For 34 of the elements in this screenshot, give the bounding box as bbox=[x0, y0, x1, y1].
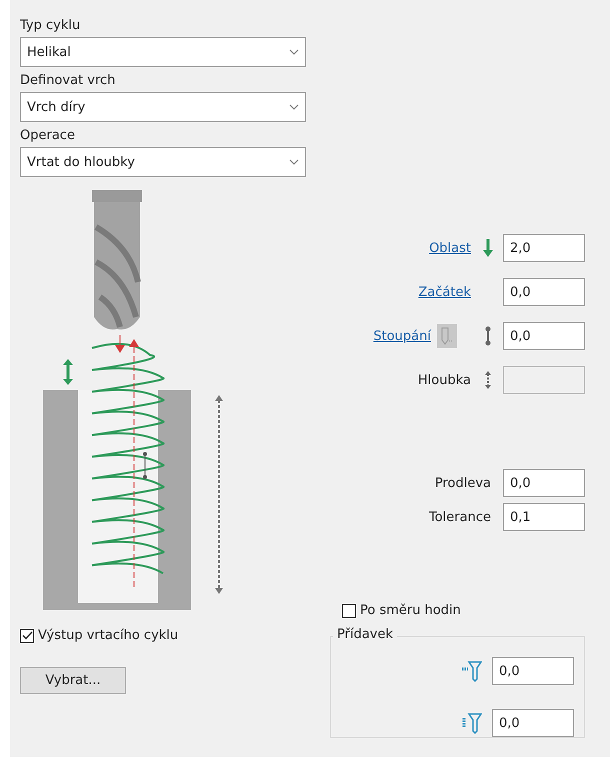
field-label: Operace bbox=[20, 128, 75, 143]
pitch-dimension-drawing bbox=[143, 452, 147, 479]
field-label: Tolerance bbox=[429, 510, 491, 524]
field-label: Hloubka bbox=[418, 372, 471, 388]
retract-arrow-icon bbox=[63, 359, 73, 385]
depth-icon bbox=[484, 370, 492, 390]
number-field[interactable]: 0,0 bbox=[492, 709, 574, 737]
pitch-icon bbox=[484, 326, 492, 346]
parameter-link[interactable]: Stoupání bbox=[373, 328, 431, 344]
down-arrow-icon bbox=[483, 238, 493, 258]
number-field[interactable]: 0,1 bbox=[503, 503, 585, 531]
caret-icon bbox=[289, 159, 299, 165]
number-field[interactable]: 2,0 bbox=[503, 234, 585, 262]
select-button[interactable]: Vybrat... bbox=[20, 667, 126, 694]
radial-allowance-icon bbox=[460, 660, 482, 682]
checkbox-label: Po směru hodin bbox=[360, 603, 461, 618]
caret-icon bbox=[289, 104, 299, 110]
parameter-link[interactable]: Oblast bbox=[429, 240, 471, 256]
parameter-link[interactable]: Začátek bbox=[418, 284, 471, 300]
field-label: Typ cyklu bbox=[20, 18, 80, 33]
checkbox-label: Výstup vrtacího cyklu bbox=[38, 628, 178, 643]
dropdown[interactable]: Helikal bbox=[20, 37, 306, 67]
checkbox[interactable] bbox=[342, 604, 356, 618]
dropdown[interactable]: Vrtat do hloubky bbox=[20, 147, 306, 177]
number-field[interactable]: 0,0 bbox=[492, 657, 574, 685]
caret-icon bbox=[289, 49, 299, 55]
field-label: Definovat vrch bbox=[20, 73, 116, 88]
field-label: Prodleva bbox=[434, 476, 491, 490]
checkbox[interactable] bbox=[20, 628, 34, 642]
number-field[interactable]: 0,0 bbox=[503, 278, 585, 306]
axial-allowance-icon bbox=[460, 712, 482, 734]
dropdown[interactable]: Vrch díry bbox=[20, 92, 306, 122]
number-field[interactable]: 0,0 bbox=[503, 322, 585, 350]
number-field[interactable]: 0,0 bbox=[503, 469, 585, 497]
